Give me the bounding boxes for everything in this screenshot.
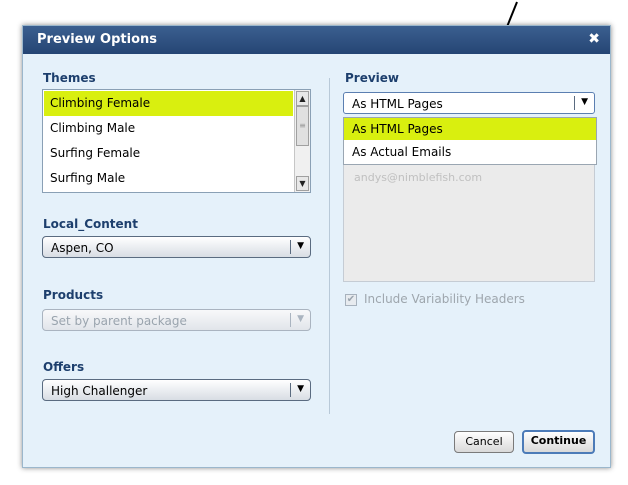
local-content-value: Aspen, CO — [51, 241, 114, 255]
products-label: Products — [43, 288, 104, 302]
select-divider — [290, 383, 291, 397]
variability-checkbox[interactable]: ✔ — [345, 294, 357, 306]
variability-checkbox-label: Include Variability Headers — [364, 292, 525, 306]
offers-select[interactable]: High Challenger ▼ — [42, 379, 311, 401]
close-icon[interactable]: ✖ — [588, 31, 600, 47]
dialog-title: Preview Options — [37, 32, 157, 47]
themes-listbox[interactable]: Climbing Female Climbing Male Surfing Fe… — [42, 89, 311, 193]
preview-dropdown-menu: As HTML Pages As Actual Emails — [343, 117, 597, 165]
theme-item[interactable]: Climbing Female — [44, 91, 293, 116]
preview-value: As HTML Pages — [352, 97, 443, 111]
scroll-up-icon[interactable]: ▲ — [296, 91, 309, 106]
dialog-titlebar: Preview Options ✖ — [23, 26, 610, 54]
select-divider — [574, 96, 575, 110]
menu-item-actual-emails[interactable]: As Actual Emails — [344, 141, 596, 163]
theme-item-label: Surfing Female — [50, 146, 141, 160]
select-divider — [290, 240, 291, 254]
menu-item-html-pages[interactable]: As HTML Pages — [344, 118, 596, 140]
themes-scrollbar[interactable]: ▲ ≡ ▼ — [294, 90, 310, 192]
local-content-label: Local_Content — [43, 217, 138, 231]
preview-select[interactable]: As HTML Pages ▼ — [343, 92, 595, 114]
theme-item[interactable]: Surfing Male — [44, 166, 293, 191]
email-placeholder: andys@nimblefish.com — [354, 171, 483, 184]
chevron-down-icon: ▼ — [581, 97, 588, 107]
cancel-button[interactable]: Cancel — [454, 431, 514, 453]
theme-item-label: Surfing Male — [50, 171, 126, 185]
email-field[interactable]: andys@nimblefish.com — [343, 162, 595, 282]
menu-item-label: As HTML Pages — [352, 122, 443, 136]
chevron-down-icon: ▼ — [297, 384, 304, 394]
products-select: Set by parent package ▼ — [42, 309, 311, 331]
theme-item-label: Climbing Female — [50, 96, 151, 110]
preview-options-dialog: Preview Options ✖ Themes Climbing Female… — [22, 25, 611, 468]
theme-item[interactable]: Climbing Male — [44, 116, 293, 141]
local-content-select[interactable]: Aspen, CO ▼ — [42, 236, 311, 258]
column-divider — [329, 78, 330, 414]
themes-label: Themes — [43, 71, 96, 85]
select-divider — [290, 313, 291, 327]
chevron-down-icon: ▼ — [297, 314, 304, 324]
offers-label: Offers — [43, 360, 85, 374]
products-value: Set by parent package — [51, 314, 187, 328]
offers-value: High Challenger — [51, 384, 148, 398]
scroll-down-icon[interactable]: ▼ — [296, 176, 309, 191]
theme-item[interactable]: Surfing Female — [44, 141, 293, 166]
preview-label: Preview — [345, 71, 400, 85]
chevron-down-icon: ▼ — [297, 241, 304, 251]
scroll-thumb[interactable]: ≡ — [296, 106, 309, 146]
menu-item-label: As Actual Emails — [352, 145, 452, 159]
theme-item-label: Climbing Male — [50, 121, 136, 135]
continue-button[interactable]: Continue — [522, 430, 595, 454]
